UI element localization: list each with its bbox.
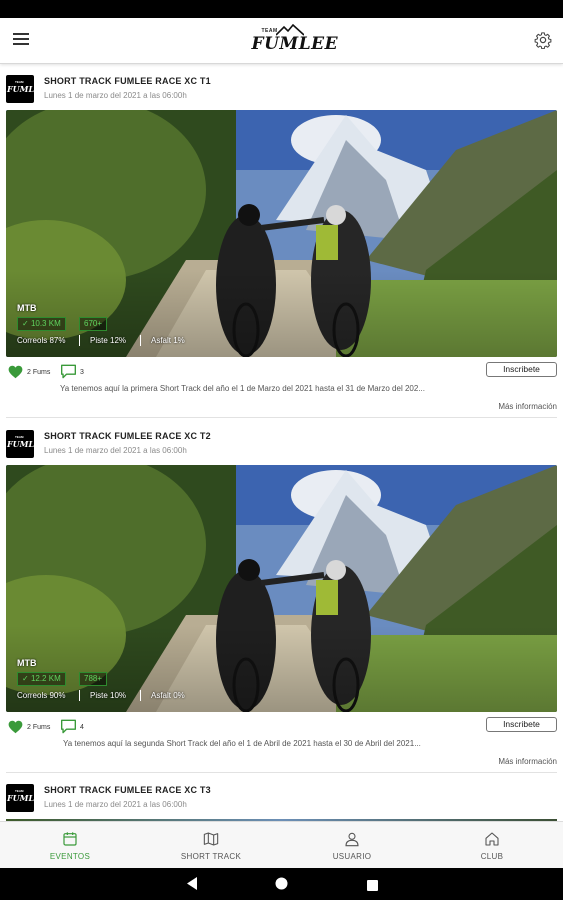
divider	[6, 772, 557, 773]
divider	[140, 690, 141, 701]
event-avatar: TEAM FUMLEE	[6, 75, 46, 103]
tab-usuario[interactable]: USUARIO	[282, 822, 422, 868]
map-icon	[203, 832, 219, 846]
tab-club[interactable]: CLUB	[422, 822, 562, 868]
elevation-badge: 670+	[79, 317, 108, 331]
tab-short-track[interactable]: SHORT TRACK	[141, 822, 281, 868]
terrain-asphalt: Asfalt 0%	[151, 691, 185, 700]
event-avatar: TEAM FUMLEE	[6, 784, 46, 812]
elevation-badge: 788+	[79, 672, 108, 686]
event-date: Lunes 1 de marzo del 2021 a las 06:00h	[44, 91, 187, 100]
home-circle-icon[interactable]	[275, 877, 288, 895]
event-description: Ya tenemos aquí la primera Short Track d…	[60, 384, 425, 393]
divider	[6, 417, 557, 418]
event-cover-image[interactable]: MTB ✓ 10.3 KM 670+ Correols 87% Piste 12…	[6, 110, 557, 357]
sport-label: MTB	[17, 303, 37, 313]
home-icon	[485, 832, 499, 846]
event-title[interactable]: SHORT TRACK FUMLEE RACE XC T3	[44, 785, 211, 795]
divider	[79, 335, 80, 346]
heart-icon[interactable]	[8, 365, 23, 384]
divider	[140, 335, 141, 346]
tab-eventos[interactable]: EVENTOS	[0, 822, 140, 868]
calendar-icon	[63, 832, 77, 846]
terrain-track: Piste 10%	[90, 691, 127, 700]
user-icon	[345, 832, 359, 847]
back-icon[interactable]	[187, 877, 198, 895]
event-description: Ya tenemos aquí la segunda Short Track d…	[63, 739, 421, 748]
distance-badge: ✓ 10.3 KM	[17, 317, 66, 331]
divider	[79, 690, 80, 701]
terrain-trail: Correols 87%	[17, 336, 66, 345]
status-bar	[0, 0, 563, 18]
event-date: Lunes 1 de marzo del 2021 a las 06:00h	[44, 446, 187, 455]
event-date: Lunes 1 de marzo del 2021 a las 06:00h	[44, 800, 187, 809]
event-feed[interactable]: TEAM FUMLEE SHORT TRACK FUMLEE RACE XC T…	[0, 65, 563, 837]
distance-badge: ✓ 12.2 KM	[17, 672, 66, 686]
recents-icon[interactable]	[367, 878, 378, 896]
join-button[interactable]: Inscribete	[486, 362, 557, 377]
gear-icon[interactable]	[534, 31, 552, 50]
route-icon: ✓	[22, 674, 29, 683]
event-avatar: TEAM FUMLEE	[6, 430, 46, 458]
sport-label: MTB	[17, 658, 37, 668]
comment-icon[interactable]	[60, 364, 77, 384]
event-title[interactable]: SHORT TRACK FUMLEE RACE XC T1	[44, 76, 211, 86]
top-app-bar: TEAM FUMLEE	[0, 18, 563, 64]
terrain-track: Piste 12%	[90, 336, 127, 345]
event-cover-image[interactable]: MTB ✓ 12.2 KM 788+ Correols 90% Piste 10…	[6, 465, 557, 712]
heart-icon[interactable]	[8, 720, 23, 739]
hamburger-menu-icon[interactable]	[13, 33, 29, 47]
comments-count: 3	[80, 369, 84, 376]
team-fumlee-logo: TEAM FUMLEE	[252, 24, 338, 58]
route-icon: ✓	[22, 319, 29, 328]
terrain-trail: Correols 90%	[17, 691, 66, 700]
likes-count: 2 Fums	[27, 369, 51, 376]
join-button[interactable]: Inscribete	[486, 717, 557, 732]
terrain-asphalt: Asfalt 1%	[151, 336, 185, 345]
bottom-navigation: EVENTOS SHORT TRACK USUARIO CLUB	[0, 821, 563, 868]
system-navigation-bar	[0, 868, 563, 900]
more-info-link[interactable]: Más información	[498, 757, 557, 766]
comment-icon[interactable]	[60, 719, 77, 739]
more-info-link[interactable]: Más información	[498, 402, 557, 411]
likes-count: 2 Fums	[27, 724, 51, 731]
event-title[interactable]: SHORT TRACK FUMLEE RACE XC T2	[44, 431, 211, 441]
comments-count: 4	[80, 724, 84, 731]
app-screen: TEAM FUMLEE TEAM FUMLEE SHORT TRACK FUML…	[0, 18, 563, 868]
